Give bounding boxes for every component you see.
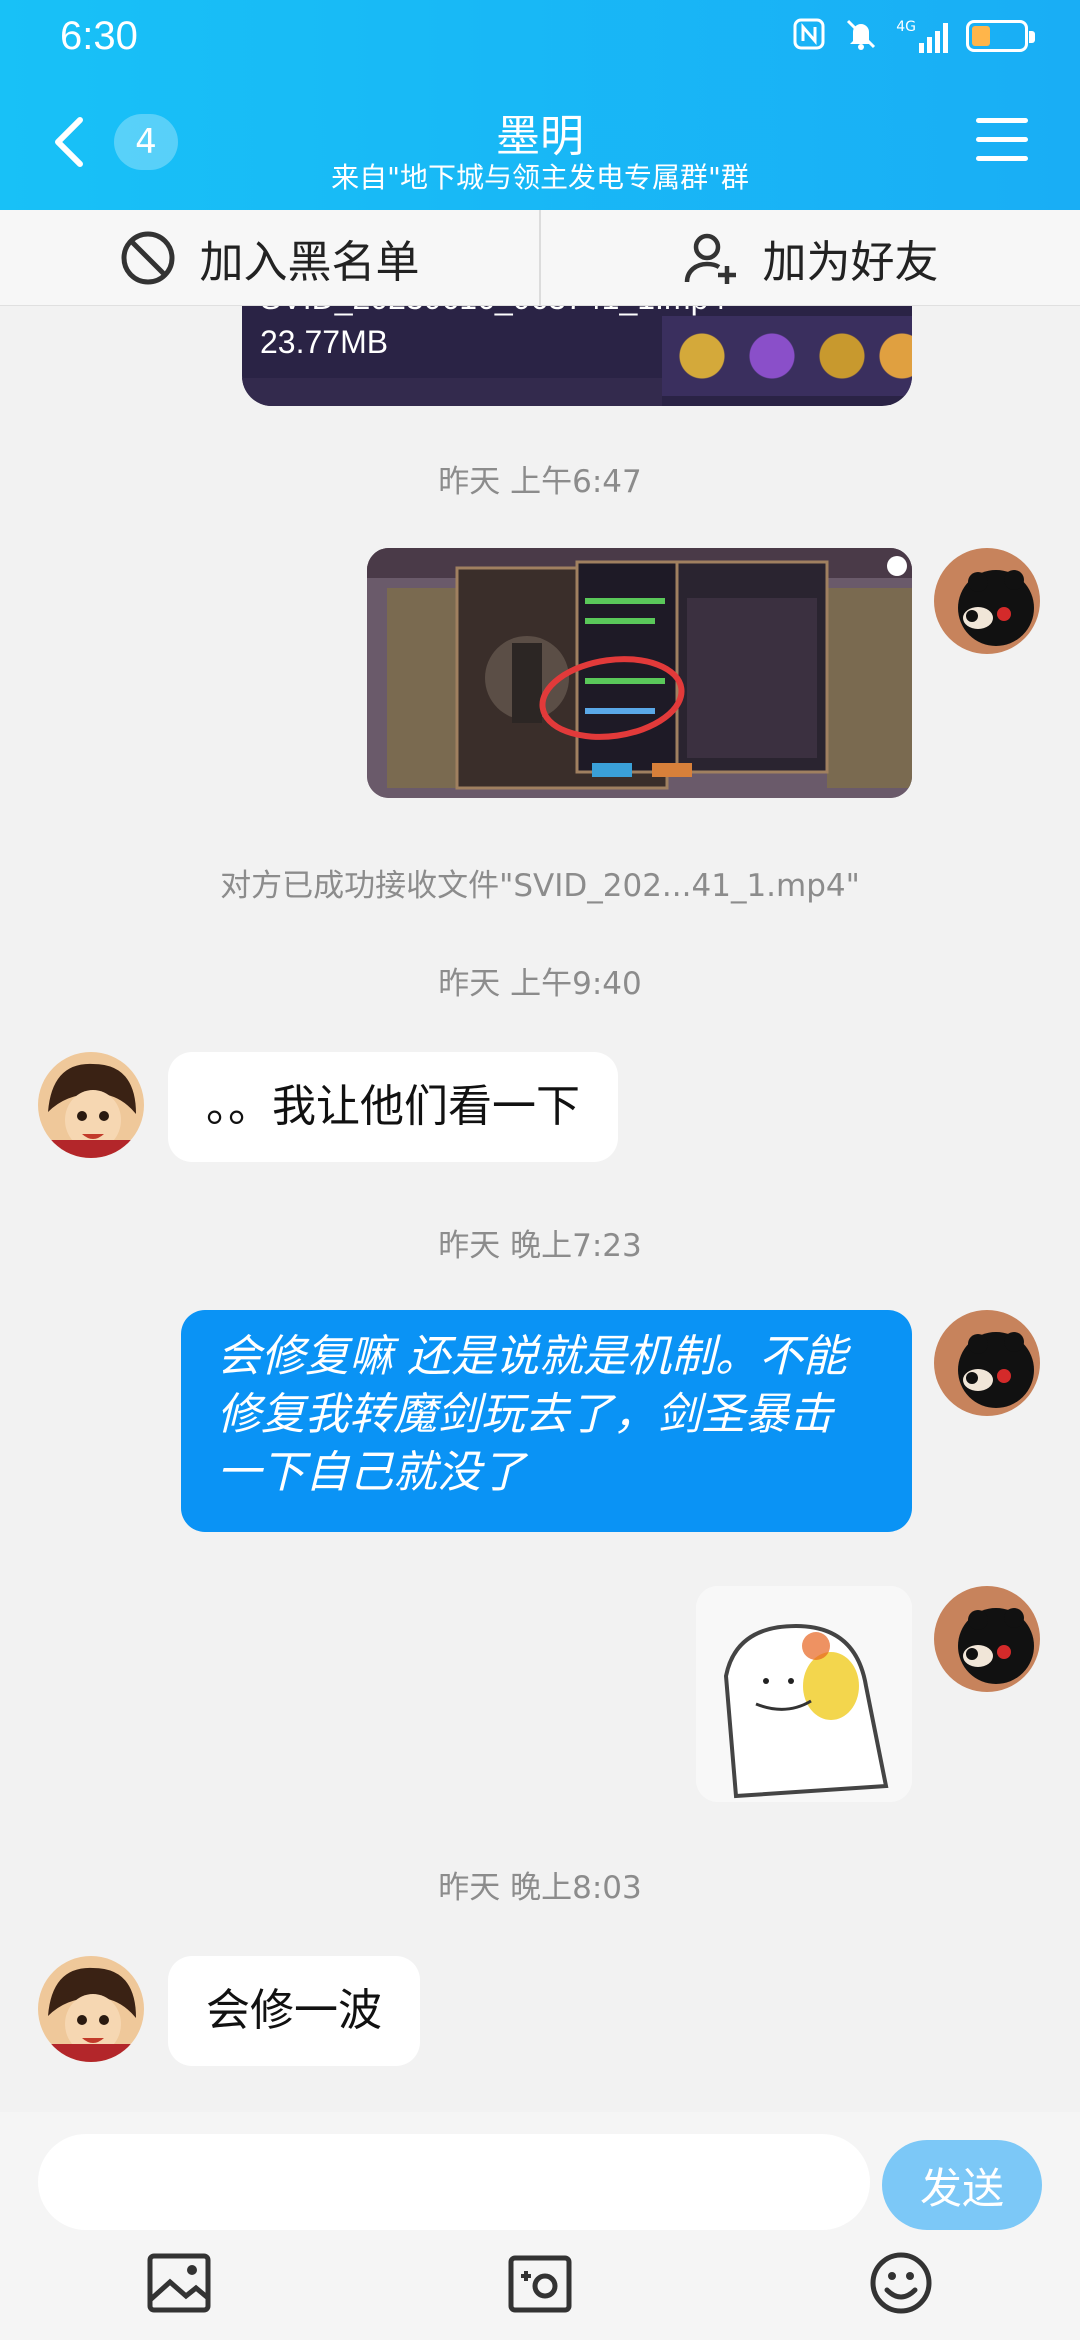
my-avatar[interactable] (934, 548, 1040, 654)
game-screenshot-image (367, 548, 912, 798)
hamburger-icon (976, 118, 1028, 161)
chat-title: 墨明 (496, 111, 584, 162)
bear-avatar-image (934, 1310, 1040, 1416)
smiley-icon (870, 2252, 932, 2314)
message-text: 会修一波 (206, 1985, 382, 2036)
message-text: 。。我让他们看一下 (206, 1081, 580, 1132)
anime-avatar-image (38, 1956, 144, 2062)
add-friend-label: 加为好友 (762, 236, 939, 288)
add-user-icon (684, 233, 736, 284)
signal-icon: 4G (896, 19, 948, 53)
emoji-button[interactable] (868, 2250, 934, 2316)
send-button[interactable]: 发送 (882, 2140, 1042, 2230)
status-time: 6:30 (60, 14, 138, 58)
image-message-screenshot[interactable] (367, 548, 912, 798)
bear-avatar-image (934, 1586, 1040, 1692)
blacklist-label: 加入黑名单 (199, 236, 420, 288)
message-input[interactable] (38, 2134, 870, 2230)
message-text: 会修复嘛 还是说就是机制。不能修复我转魔剑玩去了，剑圣暴击一下自己就没了 (217, 1331, 847, 1498)
action-bar: 加入黑名单 加为好友 (0, 210, 1080, 306)
video-size: 23.77MB (260, 324, 389, 360)
chat-subtitle: 来自"地下城与领主发电专属群"群 (331, 161, 749, 194)
incoming-message-bubble[interactable]: 。。我让他们看一下 (168, 1052, 618, 1162)
camera-icon (508, 2255, 572, 2313)
anime-avatar-image (38, 1052, 144, 1158)
sticker-image (696, 1586, 912, 1802)
file-received-note: 对方已成功接收文件"SVID_202...41_1.mp4" (220, 868, 860, 904)
sender-avatar[interactable] (38, 1052, 144, 1158)
image-icon (147, 2253, 211, 2313)
video-message[interactable]: SVID_20230616_063741_1.mp4 23.77MB (242, 306, 912, 406)
timestamp: 昨天 晚上7:23 (438, 1228, 642, 1264)
battery-icon (966, 20, 1035, 52)
nfc-icon (792, 17, 826, 55)
composer-bar: 发送 (0, 2112, 1080, 2340)
timestamp: 昨天 上午6:47 (438, 464, 642, 500)
block-icon (121, 231, 174, 284)
blacklist-button[interactable]: 加入黑名单 (0, 210, 539, 305)
sender-avatar[interactable] (38, 1956, 144, 2062)
my-avatar[interactable] (934, 1586, 1040, 1692)
mute-icon (844, 17, 878, 55)
timestamp: 昨天 晚上8:03 (438, 1870, 642, 1906)
add-friend-button[interactable]: 加为好友 (539, 210, 1080, 305)
message-list[interactable]: SVID_20230616_063741_1.mp4 23.77MB 昨天 上午… (0, 306, 1080, 2112)
my-avatar[interactable] (934, 1310, 1040, 1416)
status-icons: 4G (792, 14, 1035, 58)
menu-button[interactable] (976, 118, 1028, 162)
incoming-message-bubble[interactable]: 会修一波 (168, 1956, 420, 2066)
video-filename: SVID_20230616_063741_1.mp4 (260, 306, 726, 317)
video-toolbar-strip (242, 378, 662, 406)
sticker-message[interactable] (696, 1586, 912, 1802)
game-screenshot-thumbnail (662, 316, 912, 396)
photo-button[interactable] (146, 2250, 212, 2316)
camera-button[interactable] (507, 2250, 573, 2316)
outgoing-message-bubble[interactable]: 会修复嘛 还是说就是机制。不能修复我转魔剑玩去了，剑圣暴击一下自己就没了 (181, 1310, 912, 1532)
bear-avatar-image (934, 548, 1040, 654)
chat-header: 6:30 4G 4 墨明 来自"地下城与领主发电专属群"群 (0, 0, 1080, 210)
timestamp: 昨天 上午9:40 (438, 966, 642, 1002)
